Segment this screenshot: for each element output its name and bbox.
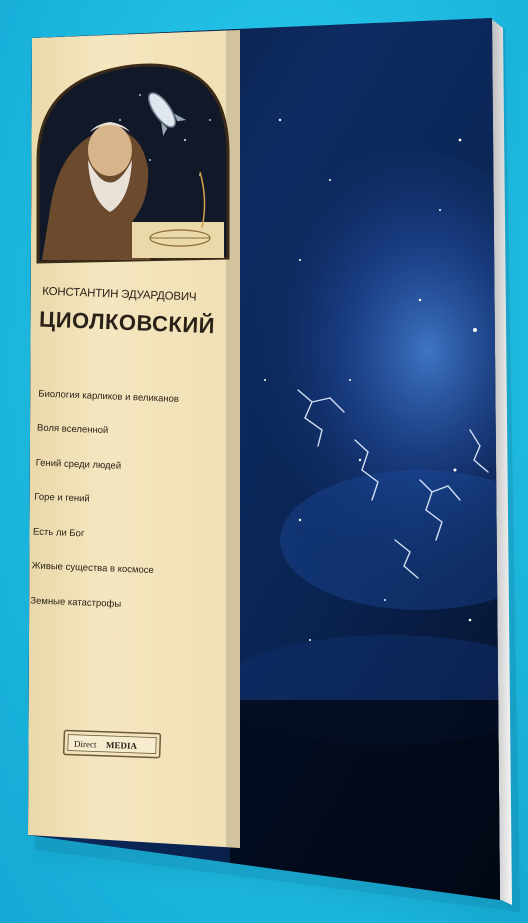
title-item: Горе и гений (34, 491, 90, 504)
book-mockup: КОНСТАНТИН ЭДУАРДОВИЧ ЦИОЛКОВСКИЙ Биолог… (0, 0, 528, 923)
book-cover-svg: КОНСТАНТИН ЭДУАРДОВИЧ ЦИОЛКОВСКИЙ Биолог… (28, 18, 520, 912)
portrait-illustration (36, 63, 230, 264)
publisher-name-part2: MEDIA (106, 740, 138, 751)
publisher-name-part1: Direct (74, 739, 97, 750)
title-item: Есть ли Бог (33, 526, 85, 539)
